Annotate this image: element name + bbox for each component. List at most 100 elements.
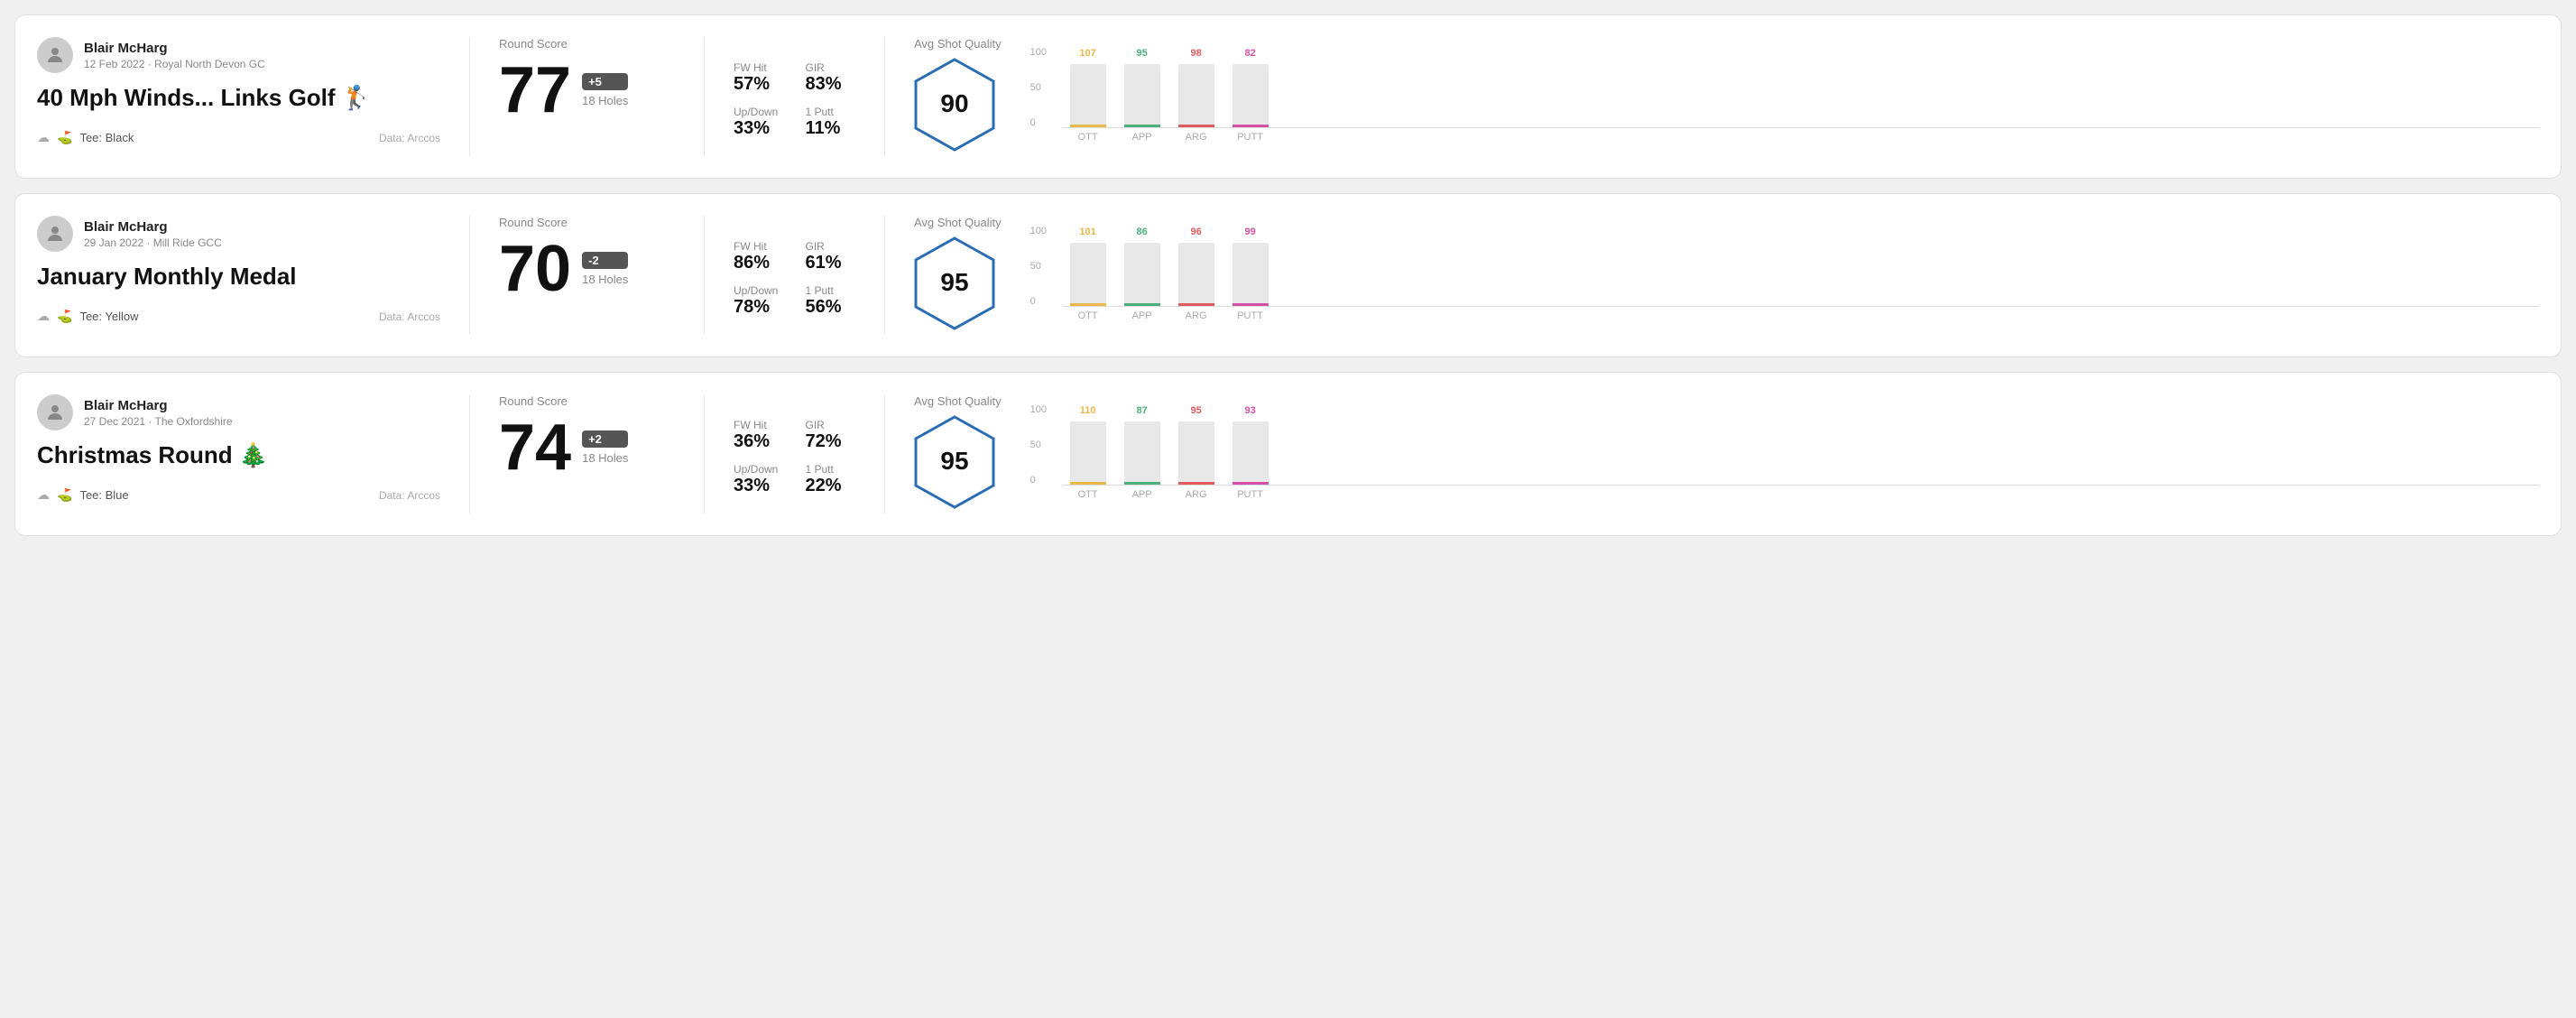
chart-x-label: APP bbox=[1124, 310, 1160, 321]
chart-x-label: PUTT bbox=[1233, 132, 1269, 143]
data-source: Data: Arccos bbox=[379, 132, 440, 144]
bag-icon: ⛳ bbox=[57, 130, 72, 145]
fw-hit-stat: FW Hit 86% bbox=[734, 240, 784, 273]
round-left: Blair McHarg 29 Jan 2022 · Mill Ride GCC… bbox=[37, 216, 470, 335]
bar-group: 95 bbox=[1124, 48, 1160, 127]
gir-value: 72% bbox=[806, 431, 856, 452]
avatar bbox=[37, 37, 73, 73]
user-name: Blair McHarg bbox=[84, 219, 222, 235]
up-down-stat: Up/Down 33% bbox=[734, 463, 784, 496]
tee-label: Tee: Black bbox=[79, 131, 134, 144]
gir-stat: GIR 83% bbox=[806, 61, 856, 95]
tee-label: Tee: Yellow bbox=[79, 310, 138, 323]
bar-group: 87 bbox=[1124, 405, 1160, 485]
stats-grid: FW Hit 57% GIR 83% Up/Down 33% 1 Putt 11… bbox=[734, 61, 855, 139]
up-down-stat: Up/Down 33% bbox=[734, 106, 784, 139]
chart-x-label: OTT bbox=[1070, 489, 1106, 500]
score-section: Round Score 77 +5 18 Holes bbox=[470, 37, 705, 156]
gir-label: GIR bbox=[806, 61, 856, 74]
stats-section: FW Hit 86% GIR 61% Up/Down 78% 1 Putt 56… bbox=[705, 216, 885, 335]
up-down-label: Up/Down bbox=[734, 106, 784, 118]
bar-group: 96 bbox=[1178, 227, 1214, 306]
chart-x-label: OTT bbox=[1070, 310, 1106, 321]
gir-value: 61% bbox=[806, 253, 856, 273]
user-name: Blair McHarg bbox=[84, 41, 265, 56]
right-section: Avg Shot Quality 95 100 50 0 110 bbox=[885, 394, 2539, 514]
bottom-row: ☁ ⛳ Tee: Yellow Data: Arccos bbox=[37, 309, 440, 324]
round-title: 40 Mph Winds... Links Golf 🏌 bbox=[37, 84, 440, 112]
hexagon-svg: 90 bbox=[914, 58, 995, 152]
user-info: Blair McHarg 12 Feb 2022 · Royal North D… bbox=[84, 41, 265, 70]
round-score-label: Round Score bbox=[499, 37, 675, 51]
right-section: Avg Shot Quality 95 100 50 0 101 bbox=[885, 216, 2539, 335]
user-icon bbox=[44, 223, 66, 245]
gir-stat: GIR 72% bbox=[806, 419, 856, 452]
chart-x-label: OTT bbox=[1070, 132, 1106, 143]
round-score-label: Round Score bbox=[499, 216, 675, 229]
bag-icon: ⛳ bbox=[57, 487, 72, 503]
one-putt-label: 1 Putt bbox=[806, 463, 856, 476]
bar-group: 93 bbox=[1233, 405, 1269, 485]
stats-grid: FW Hit 86% GIR 61% Up/Down 78% 1 Putt 56… bbox=[734, 240, 855, 318]
bag-icon: ⛳ bbox=[57, 309, 72, 324]
round-card: Blair McHarg 29 Jan 2022 · Mill Ride GCC… bbox=[14, 193, 2562, 357]
user-name: Blair McHarg bbox=[84, 398, 233, 413]
shot-quality-section: Avg Shot Quality 90 bbox=[914, 37, 1002, 156]
tee-info: ☁ ⛳ Tee: Black bbox=[37, 130, 134, 145]
bar-group: 107 bbox=[1070, 48, 1106, 127]
stats-section: FW Hit 57% GIR 83% Up/Down 33% 1 Putt 11… bbox=[705, 37, 885, 156]
gir-label: GIR bbox=[806, 419, 856, 431]
one-putt-stat: 1 Putt 56% bbox=[806, 284, 856, 318]
chart-container: 100 50 0 107 95 98 bbox=[1030, 47, 2539, 146]
user-info: Blair McHarg 29 Jan 2022 · Mill Ride GCC bbox=[84, 219, 222, 249]
weather-icon: ☁ bbox=[37, 309, 50, 324]
one-putt-value: 22% bbox=[806, 476, 856, 496]
stats-grid: FW Hit 36% GIR 72% Up/Down 33% 1 Putt 22… bbox=[734, 419, 855, 496]
up-down-value: 33% bbox=[734, 118, 784, 139]
score-section: Round Score 74 +2 18 Holes bbox=[470, 394, 705, 514]
one-putt-value: 56% bbox=[806, 297, 856, 318]
svg-text:95: 95 bbox=[940, 268, 968, 296]
user-row: Blair McHarg 12 Feb 2022 · Royal North D… bbox=[37, 37, 440, 73]
up-down-stat: Up/Down 78% bbox=[734, 284, 784, 318]
hexagon-wrapper: 90 bbox=[914, 58, 1002, 156]
hexagon-wrapper: 95 bbox=[914, 236, 1002, 335]
round-title: Christmas Round 🎄 bbox=[37, 441, 440, 469]
one-putt-label: 1 Putt bbox=[806, 106, 856, 118]
data-source: Data: Arccos bbox=[379, 489, 440, 502]
fw-hit-label: FW Hit bbox=[734, 240, 784, 253]
bar-group: 86 bbox=[1124, 227, 1160, 306]
user-row: Blair McHarg 27 Dec 2021 · The Oxfordshi… bbox=[37, 394, 440, 430]
fw-hit-value: 57% bbox=[734, 74, 784, 95]
bottom-row: ☁ ⛳ Tee: Blue Data: Arccos bbox=[37, 487, 440, 503]
hexagon-wrapper: 95 bbox=[914, 415, 1002, 514]
hexagon-svg: 95 bbox=[914, 236, 995, 330]
right-section: Avg Shot Quality 90 100 50 0 107 bbox=[885, 37, 2539, 156]
round-score-label: Round Score bbox=[499, 394, 675, 408]
gir-label: GIR bbox=[806, 240, 856, 253]
gir-stat: GIR 61% bbox=[806, 240, 856, 273]
big-score: 74 bbox=[499, 415, 571, 480]
date-course: 27 Dec 2021 · The Oxfordshire bbox=[84, 415, 233, 428]
avg-shot-label: Avg Shot Quality bbox=[914, 37, 1002, 51]
bar-group: 82 bbox=[1233, 48, 1269, 127]
weather-icon: ☁ bbox=[37, 487, 50, 503]
score-row: 77 +5 18 Holes bbox=[499, 58, 675, 123]
fw-hit-stat: FW Hit 36% bbox=[734, 419, 784, 452]
one-putt-stat: 1 Putt 22% bbox=[806, 463, 856, 496]
svg-text:95: 95 bbox=[940, 447, 968, 475]
score-row: 70 -2 18 Holes bbox=[499, 236, 675, 301]
round-left: Blair McHarg 27 Dec 2021 · The Oxfordshi… bbox=[37, 394, 470, 514]
score-section: Round Score 70 -2 18 Holes bbox=[470, 216, 705, 335]
user-icon bbox=[44, 44, 66, 66]
up-down-value: 78% bbox=[734, 297, 784, 318]
date-course: 12 Feb 2022 · Royal North Devon GC bbox=[84, 58, 265, 70]
score-badge: +5 bbox=[582, 73, 628, 90]
bar-group: 95 bbox=[1178, 405, 1214, 485]
chart-x-label: APP bbox=[1124, 489, 1160, 500]
weather-icon: ☁ bbox=[37, 130, 50, 145]
date-course: 29 Jan 2022 · Mill Ride GCC bbox=[84, 236, 222, 249]
user-info: Blair McHarg 27 Dec 2021 · The Oxfordshi… bbox=[84, 398, 233, 428]
up-down-value: 33% bbox=[734, 476, 784, 496]
avg-shot-label: Avg Shot Quality bbox=[914, 394, 1002, 408]
